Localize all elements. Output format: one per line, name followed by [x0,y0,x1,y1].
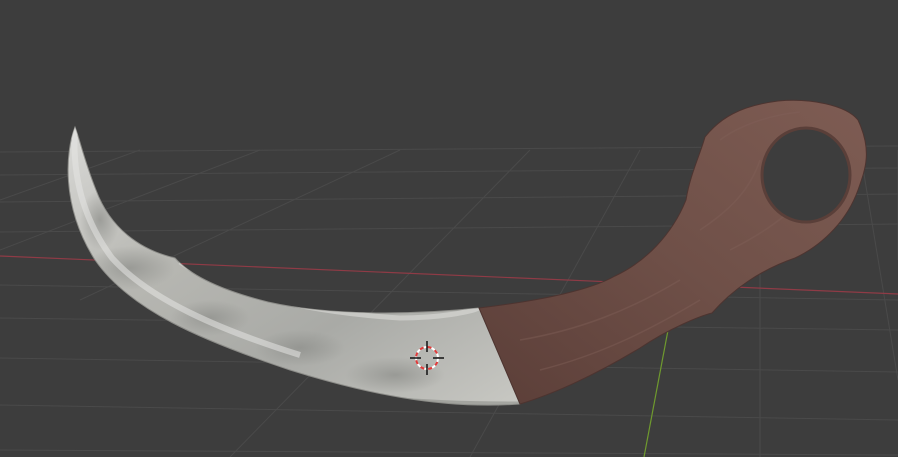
3d-viewport[interactable] [0,0,898,457]
viewport-canvas[interactable] [0,0,898,457]
karambit-knife[interactable] [0,0,867,406]
knife-ring-hole [760,126,852,224]
